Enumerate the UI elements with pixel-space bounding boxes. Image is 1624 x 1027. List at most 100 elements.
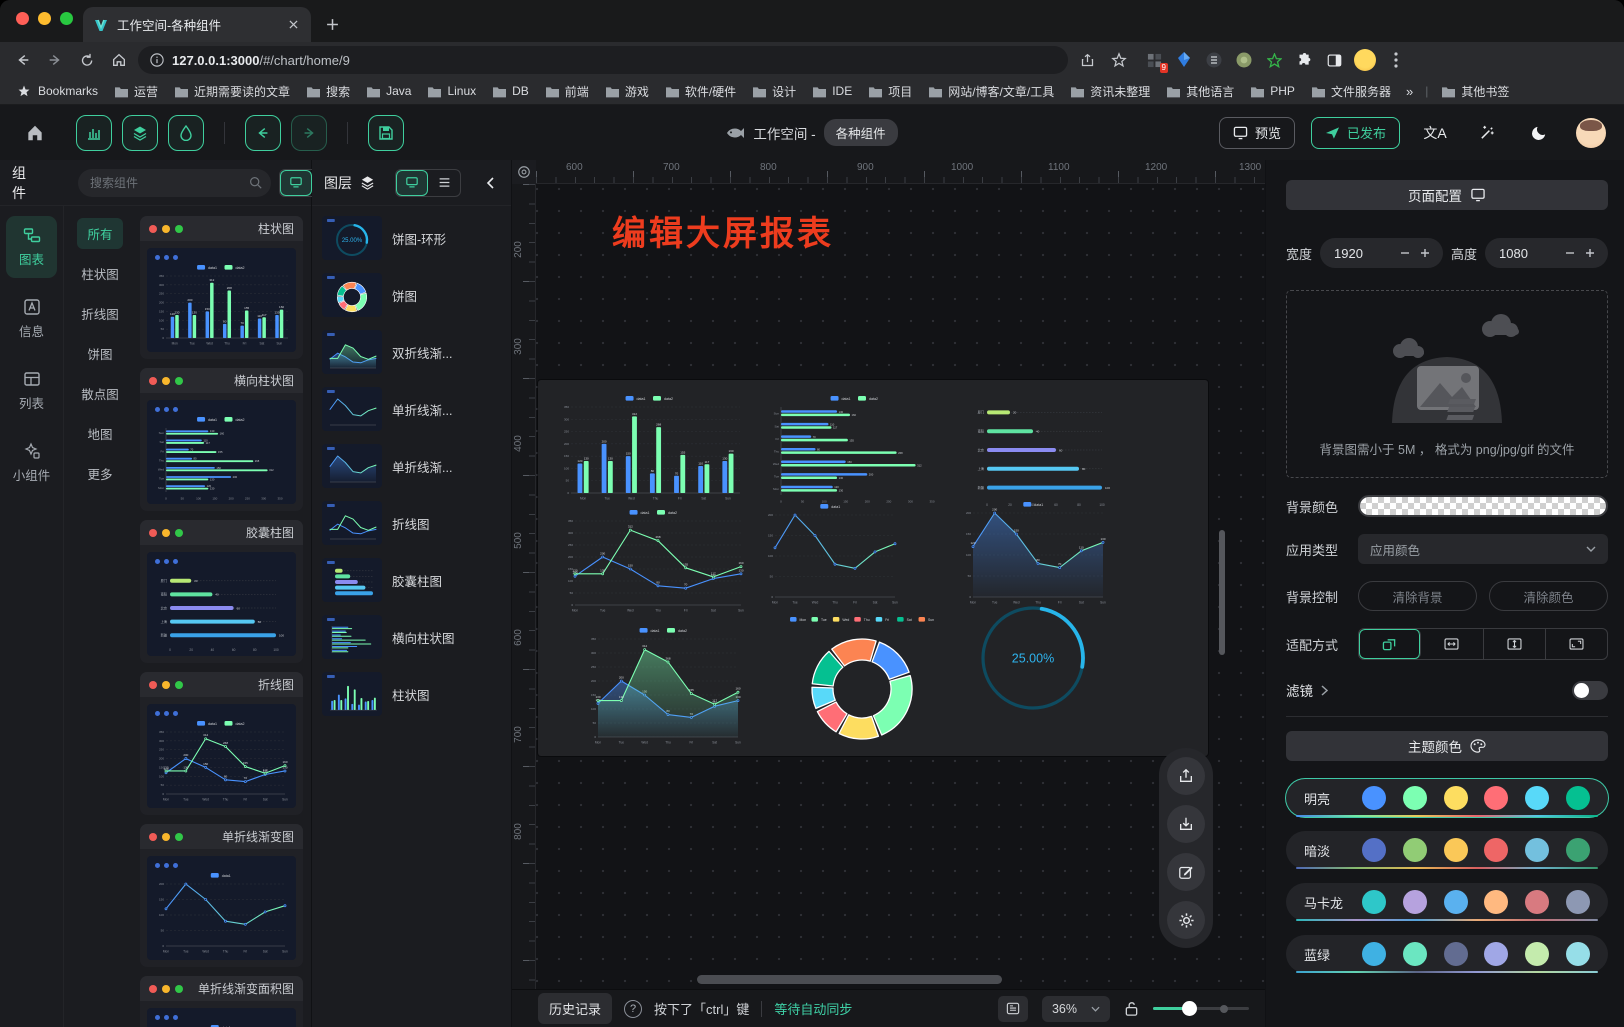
- search-input[interactable]: [78, 169, 271, 197]
- canvas-board[interactable]: data1data2050100150200250300350120200150…: [538, 380, 1208, 756]
- site-info-icon[interactable]: [150, 53, 164, 67]
- theme-row-macaron[interactable]: 马卡龙: [1286, 883, 1608, 921]
- browser-tab[interactable]: 工作空间-各种组件: [83, 7, 311, 42]
- app-type-select[interactable]: 应用颜色: [1358, 534, 1608, 564]
- back-icon[interactable]: [10, 47, 36, 73]
- edit-icon[interactable]: [1167, 853, 1205, 891]
- bg-color-swatch[interactable]: [1358, 495, 1608, 517]
- color-swatch[interactable]: [1444, 838, 1468, 862]
- layers-panel-toggle-button[interactable]: [122, 115, 158, 151]
- tab-list[interactable]: 列表: [6, 360, 57, 422]
- theme-color-header[interactable]: 主题颜色: [1286, 731, 1608, 761]
- extension-olive-circle-icon[interactable]: [1234, 50, 1254, 70]
- board-chart-gradient-area[interactable]: data10501001502001202001508070110130MonT…: [958, 498, 1110, 608]
- layer-item[interactable]: 饼图: [318, 271, 505, 319]
- dashboard-title-text[interactable]: 编辑大屏报表: [612, 206, 834, 255]
- maximize-window-button[interactable]: [60, 12, 73, 25]
- drawer-toggle-icon[interactable]: [998, 996, 1028, 1022]
- category-line[interactable]: 折线图: [71, 298, 129, 329]
- bookmark-item[interactable]: 软件/硬件: [658, 81, 743, 102]
- clear-color-button[interactable]: 清除颜色: [1489, 581, 1608, 611]
- layer-item[interactable]: 单折线渐...: [318, 442, 505, 490]
- sidebar-panel-icon[interactable]: [1324, 50, 1344, 70]
- bookmark-item[interactable]: Java: [359, 82, 418, 100]
- layer-item[interactable]: 折线图: [318, 499, 505, 547]
- bookmark-item[interactable]: 近期需要读的文章: [167, 81, 297, 102]
- clear-background-button[interactable]: 清除背景: [1358, 581, 1477, 611]
- page-config-header[interactable]: 页面配置: [1286, 180, 1608, 210]
- plus-icon[interactable]: [1417, 245, 1433, 261]
- bookmark-item[interactable]: 搜索: [299, 81, 357, 102]
- height-stepper[interactable]: 1080: [1485, 238, 1608, 268]
- browser-profile-avatar[interactable]: [1354, 49, 1376, 71]
- bookmark-star-icon[interactable]: [1106, 47, 1132, 73]
- bookmark-item[interactable]: 游戏: [598, 81, 656, 102]
- extensions-puzzle-icon[interactable]: [1294, 50, 1314, 70]
- horizontal-scrollbar[interactable]: [697, 975, 1002, 984]
- unlock-icon[interactable]: [1124, 1001, 1139, 1017]
- bookmark-item[interactable]: DB: [485, 82, 536, 100]
- slider-knob[interactable]: [1182, 1001, 1197, 1016]
- tab-info[interactable]: 信息: [6, 288, 57, 350]
- translate-icon[interactable]: 文A: [1418, 116, 1452, 150]
- single-view-toggle[interactable]: [280, 170, 312, 196]
- color-swatch[interactable]: [1525, 786, 1549, 810]
- color-swatch[interactable]: [1566, 890, 1590, 914]
- home-icon[interactable]: [106, 47, 132, 73]
- layer-item[interactable]: 双折线渐...: [318, 328, 505, 376]
- download-icon[interactable]: [1167, 805, 1205, 843]
- bookmark-item[interactable]: 资讯未整理: [1063, 81, 1157, 102]
- color-swatch[interactable]: [1403, 786, 1427, 810]
- magic-wand-icon[interactable]: [1470, 116, 1504, 150]
- color-swatch[interactable]: [1566, 838, 1590, 862]
- bookmark-item[interactable]: 运营: [107, 81, 165, 102]
- width-stepper[interactable]: 1920: [1320, 238, 1443, 268]
- color-swatch[interactable]: [1484, 890, 1508, 914]
- other-bookmarks[interactable]: 其他书签: [1434, 81, 1516, 102]
- color-swatch[interactable]: [1525, 838, 1549, 862]
- category-map[interactable]: 地图: [77, 418, 122, 449]
- color-swatch[interactable]: [1403, 890, 1427, 914]
- editor-canvas[interactable]: 600 700 800 900 1000 1100 1200 1300 200 …: [512, 160, 1265, 989]
- component-card-bar[interactable]: 柱状图 data1data205010015020025030035012020…: [140, 216, 303, 359]
- minus-icon[interactable]: [1562, 245, 1578, 261]
- category-bar[interactable]: 柱状图: [71, 258, 129, 289]
- extension-grid-icon[interactable]: 9: [1144, 50, 1164, 70]
- color-swatch[interactable]: [1525, 942, 1549, 966]
- component-card-line[interactable]: 折线图 data1data205010015020025030035012020…: [140, 672, 303, 815]
- layer-item[interactable]: 单折线渐...: [318, 385, 505, 433]
- extension-dark-circle-icon[interactable]: [1204, 50, 1224, 70]
- zoom-slider[interactable]: [1153, 1007, 1249, 1010]
- thumbnail-view-toggle[interactable]: [396, 170, 428, 196]
- tab-charts[interactable]: 图表: [6, 216, 57, 278]
- color-swatch[interactable]: [1566, 942, 1590, 966]
- chevron-right-icon[interactable]: [1321, 685, 1328, 696]
- address-bar[interactable]: 127.0.0.1:3000/#/chart/home/9: [138, 46, 1068, 74]
- minus-icon[interactable]: [1397, 245, 1413, 261]
- height-value[interactable]: 1080: [1499, 246, 1558, 261]
- category-scatter[interactable]: 散点图: [71, 378, 129, 409]
- vertical-scrollbar[interactable]: [1219, 530, 1225, 655]
- dark-mode-moon-icon[interactable]: [1522, 116, 1556, 150]
- fit-width-button[interactable]: [1421, 629, 1483, 659]
- close-window-button[interactable]: [16, 12, 29, 25]
- color-swatch[interactable]: [1403, 838, 1427, 862]
- user-avatar[interactable]: [1576, 118, 1606, 148]
- fit-height-button[interactable]: [1484, 629, 1546, 659]
- bookmark-item[interactable]: 其他语言: [1159, 81, 1241, 102]
- color-swatch[interactable]: [1444, 786, 1468, 810]
- preview-button[interactable]: 预览: [1219, 117, 1295, 149]
- color-swatch[interactable]: [1484, 942, 1508, 966]
- component-card-gradient-area[interactable]: 单折线渐变面积图 data105010015020012020015080701…: [140, 976, 303, 1027]
- help-icon[interactable]: ?: [624, 1000, 642, 1018]
- details-panel-toggle-button[interactable]: [168, 115, 204, 151]
- extension-green-star-icon[interactable]: [1264, 50, 1284, 70]
- component-card-hbar[interactable]: 横向柱状图 data1data2120200150807011013013013…: [140, 368, 303, 511]
- publish-button[interactable]: 已发布: [1311, 117, 1400, 149]
- width-value[interactable]: 1920: [1334, 246, 1393, 261]
- bookmarks-overflow-icon[interactable]: »: [1400, 84, 1419, 99]
- component-card-gradient-line[interactable]: 单折线渐变图 data1050100150200MonTueWedThuFriS…: [140, 824, 303, 967]
- eye-target-icon[interactable]: [517, 165, 531, 179]
- new-tab-button[interactable]: [319, 11, 345, 37]
- category-pie[interactable]: 饼图: [77, 338, 122, 369]
